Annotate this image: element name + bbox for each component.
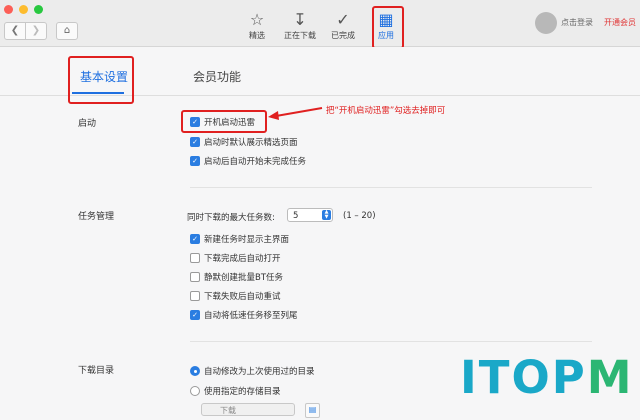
radio-icon[interactable] bbox=[190, 366, 200, 376]
history-nav: ❮ ❯ bbox=[4, 22, 47, 40]
max-tasks-label: 同时下载的最大任务数: bbox=[187, 213, 275, 223]
toolbar-downloading[interactable]: ↧ 正在下载 bbox=[280, 10, 320, 41]
checkbox-icon[interactable] bbox=[190, 253, 200, 263]
download-icon: ↧ bbox=[293, 10, 307, 29]
option-label: 静默创建批量BT任务 bbox=[204, 273, 284, 283]
folder-icon[interactable]: ▤ bbox=[305, 403, 320, 418]
option-resume-tasks[interactable]: ✓ 启动后自动开始未完成任务 bbox=[190, 155, 306, 167]
option-silent-bt[interactable]: 静默创建批量BT任务 bbox=[190, 271, 283, 283]
radio-fixed-dir[interactable]: 使用指定的存储目录 bbox=[190, 385, 281, 397]
home-icon[interactable]: ⌂ bbox=[56, 22, 78, 40]
avatar[interactable] bbox=[535, 12, 557, 34]
option-show-featured[interactable]: ✓ 启动时默认展示精选页面 bbox=[190, 136, 298, 148]
toolbar-downloading-label: 正在下载 bbox=[284, 31, 316, 40]
close-window-button[interactable] bbox=[4, 5, 13, 14]
itopm-watermark: ITOPM bbox=[460, 351, 634, 404]
option-label: 使用指定的存储目录 bbox=[204, 387, 281, 397]
option-label: 自动修改为上次使用过的目录 bbox=[204, 367, 315, 377]
option-auto-retry[interactable]: 下载失败后自动重试 bbox=[190, 290, 281, 302]
option-label: 启动后自动开始未完成任务 bbox=[204, 157, 307, 167]
option-label: 启动时默认展示精选页面 bbox=[204, 138, 298, 148]
toolbar-featured[interactable]: ☆ 精选 bbox=[237, 10, 277, 41]
option-move-slow-tasks[interactable]: ✓ 自动将低速任务移至列尾 bbox=[190, 309, 298, 321]
toolbar-featured-label: 精选 bbox=[249, 31, 265, 40]
vip-link[interactable]: 开通会员 bbox=[604, 17, 636, 28]
toolbar-completed-label: 已完成 bbox=[331, 31, 355, 40]
checkbox-icon[interactable] bbox=[190, 272, 200, 282]
highlight-tab-box bbox=[68, 56, 134, 104]
star-icon: ☆ bbox=[249, 10, 265, 29]
option-label: 新建任务时显示主界面 bbox=[204, 235, 290, 245]
option-label: 下载完成后自动打开 bbox=[204, 254, 281, 264]
option-show-main-window[interactable]: ✓ 新建任务时显示主界面 bbox=[190, 233, 289, 245]
radio-last-used-dir[interactable]: 自动修改为上次使用过的目录 bbox=[190, 365, 315, 377]
forward-icon[interactable]: ❯ bbox=[26, 22, 47, 40]
section-divider bbox=[190, 341, 592, 342]
toolbar-completed[interactable]: ✓ 已完成 bbox=[323, 10, 363, 41]
highlight-apps-box bbox=[372, 6, 404, 49]
checkbox-icon[interactable]: ✓ bbox=[190, 310, 200, 320]
section-title-download-dir: 下载目录 bbox=[78, 366, 115, 376]
login-link[interactable]: 点击登录 bbox=[561, 17, 593, 28]
section-title-startup: 启动 bbox=[78, 119, 97, 129]
title-bar: ❮ ❯ ⌂ ☆ 精选 ↧ 正在下载 ✓ 已完成 ▦ 应用 点击登录 开通会员 bbox=[0, 0, 640, 47]
checkbox-icon[interactable]: ✓ bbox=[190, 156, 200, 166]
minimize-window-button[interactable] bbox=[19, 5, 28, 14]
annotation-arrow-icon bbox=[268, 107, 323, 120]
option-auto-open[interactable]: 下载完成后自动打开 bbox=[190, 252, 281, 264]
zoom-window-button[interactable] bbox=[34, 5, 43, 14]
option-label: 自动将低速任务移至列尾 bbox=[204, 311, 298, 321]
radio-icon[interactable] bbox=[190, 386, 200, 396]
folder-select[interactable]: 下载 bbox=[201, 403, 295, 416]
section-divider bbox=[190, 187, 592, 188]
folder-select-value: 下载 bbox=[220, 406, 236, 415]
section-title-tasks: 任务管理 bbox=[78, 212, 115, 222]
max-tasks-range: (1 – 20) bbox=[343, 211, 376, 221]
checkbox-icon[interactable]: ✓ bbox=[190, 234, 200, 244]
back-icon[interactable]: ❮ bbox=[4, 22, 26, 40]
annotation-text: 把“开机启动迅雷”勾选去掉即可 bbox=[326, 106, 446, 116]
max-tasks-value: 5 bbox=[293, 211, 299, 221]
option-label: 下载失败后自动重试 bbox=[204, 292, 281, 302]
highlight-option-box bbox=[181, 110, 267, 133]
checkbox-icon[interactable] bbox=[190, 291, 200, 301]
window-controls bbox=[4, 5, 43, 14]
checkbox-icon[interactable]: ✓ bbox=[190, 137, 200, 147]
check-circle-icon: ✓ bbox=[336, 10, 350, 29]
tab-member-features[interactable]: 会员功能 bbox=[193, 68, 241, 85]
stepper-arrows-icon[interactable]: ▲ ▼ bbox=[322, 210, 331, 220]
max-tasks-stepper[interactable]: 5 ▲ ▼ bbox=[287, 208, 333, 222]
